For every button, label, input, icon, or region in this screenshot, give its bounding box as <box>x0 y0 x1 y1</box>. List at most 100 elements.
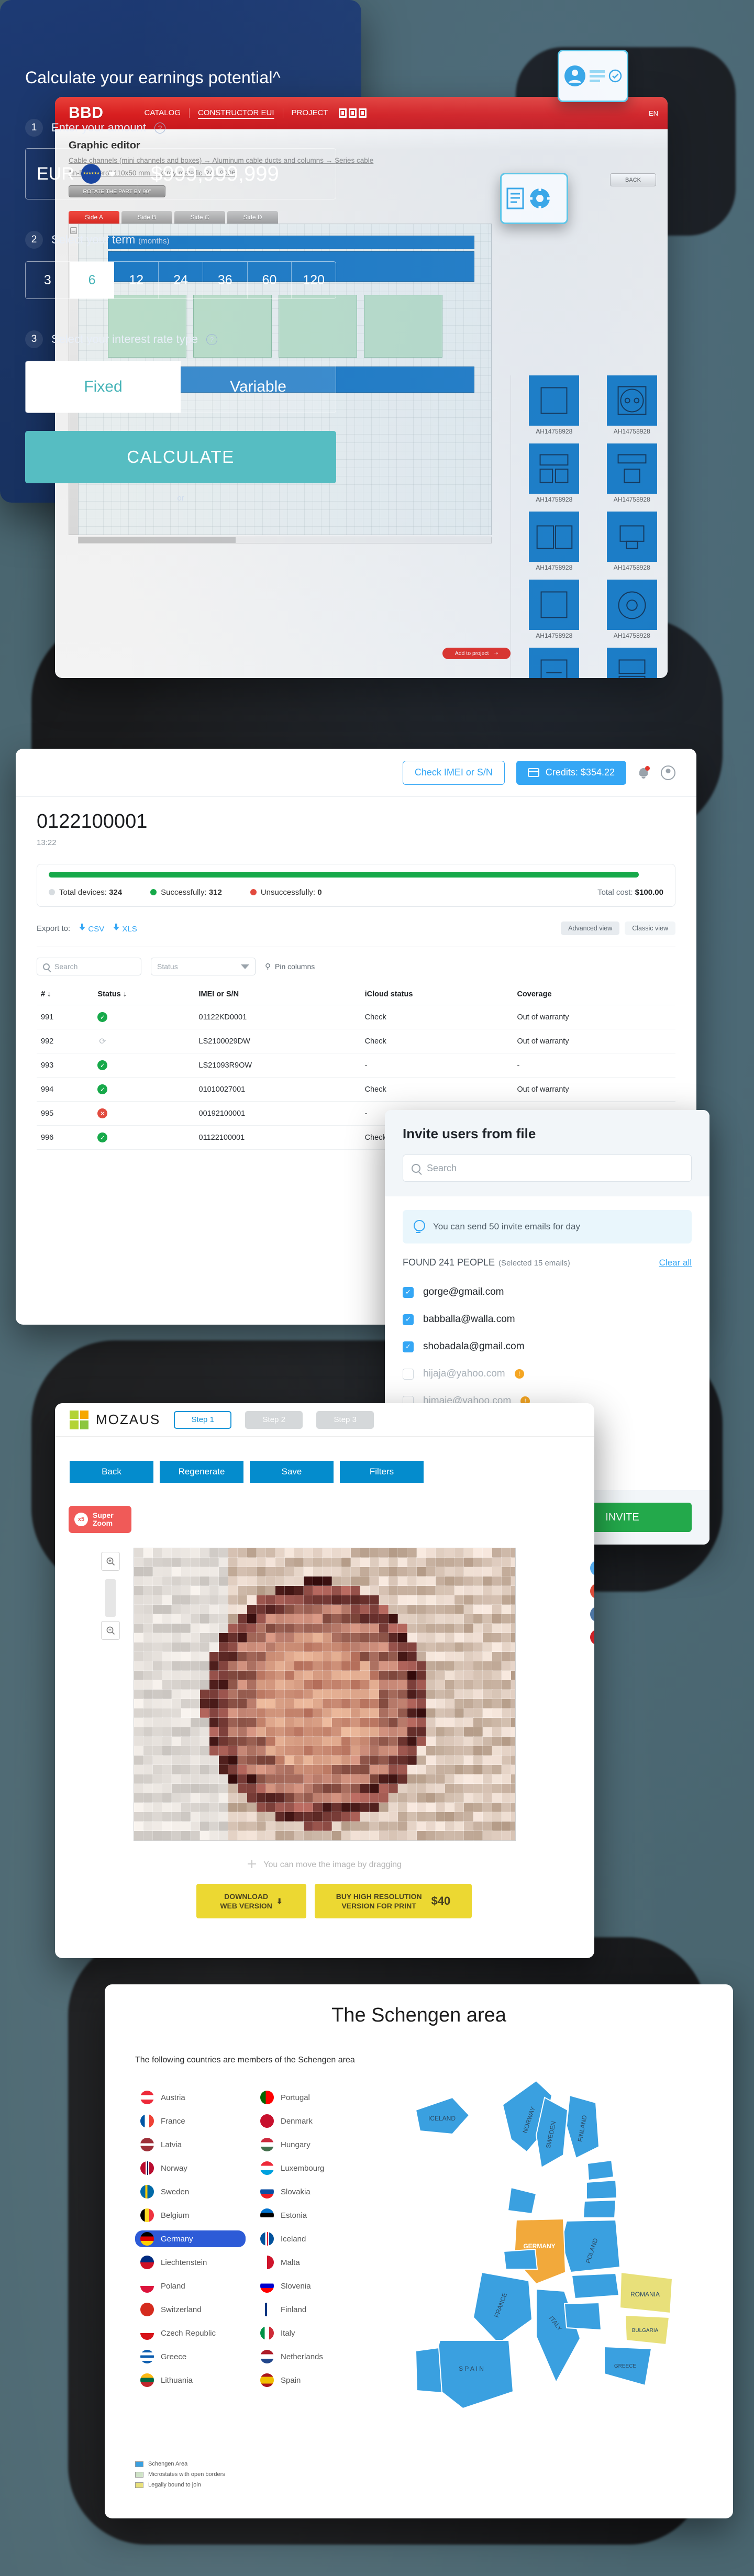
term-option-24[interactable]: 24 <box>159 262 203 298</box>
country-item[interactable]: Czech Republic <box>135 2325 246 2341</box>
filters-button[interactable]: Filters <box>340 1461 424 1483</box>
term-option-60[interactable]: 60 <box>248 262 292 298</box>
buy-print-button[interactable]: BUY HIGH RESOLUTION VERSION FOR PRINT $40 <box>315 1884 472 1918</box>
email-row[interactable]: ✓ gorge@gmail.com <box>403 1279 692 1306</box>
back-button[interactable]: Back <box>70 1461 153 1483</box>
country-item[interactable]: Spain <box>255 2372 365 2389</box>
help-icon[interactable]: ? <box>206 334 218 345</box>
column-header-imei-or-s-n[interactable]: IMEI or S/N <box>194 984 361 1005</box>
country-item[interactable]: Greece <box>135 2348 246 2365</box>
row-imei[interactable]: 01010027001 <box>194 1077 361 1102</box>
status-filter-select[interactable]: Status <box>151 958 256 975</box>
pin-columns-button[interactable]: ⚲ Pin columns <box>265 962 315 971</box>
term-option-3[interactable]: 3 <box>26 262 70 298</box>
country-item[interactable]: Iceland <box>255 2230 365 2247</box>
country-item[interactable]: Denmark <box>255 2113 365 2129</box>
country-item[interactable]: Liechtenstein <box>135 2254 246 2271</box>
term-option-36[interactable]: 36 <box>203 262 248 298</box>
country-item[interactable]: France <box>135 2113 246 2129</box>
help-icon[interactable]: ? <box>154 122 165 134</box>
step-1-tab[interactable]: Step 1 <box>174 1411 232 1429</box>
term-option-12[interactable]: 12 <box>114 262 159 298</box>
lightbulb-icon <box>413 1220 425 1234</box>
country-item[interactable]: Germany <box>135 2230 246 2247</box>
country-item[interactable]: Poland <box>135 2278 246 2294</box>
mosaic-tile <box>341 1821 351 1831</box>
row-imei[interactable]: 01122KD0001 <box>194 1005 361 1029</box>
email-checkbox[interactable] <box>403 1368 414 1380</box>
rate-fixed-option[interactable]: Fixed <box>26 361 181 413</box>
mosaic-tile <box>190 1576 201 1586</box>
vk-share-icon[interactable]: vk <box>590 1606 594 1622</box>
country-item[interactable]: Latvia <box>135 2136 246 2153</box>
zoom-out-button[interactable] <box>101 1621 120 1640</box>
row-imei[interactable]: LS21093R9OW <box>194 1053 361 1078</box>
export-xls-link[interactable]: XLS <box>113 923 137 934</box>
invite-search-input[interactable]: Search <box>403 1154 692 1182</box>
column-header-coverage[interactable]: Coverage <box>513 984 675 1005</box>
country-item[interactable]: Austria <box>135 2089 246 2106</box>
google-share-icon[interactable]: g <box>590 1583 594 1599</box>
email-checkbox[interactable]: ✓ <box>403 1341 414 1352</box>
email-checkbox[interactable]: ✓ <box>403 1286 414 1298</box>
clear-all-link[interactable]: Clear all <box>659 1258 692 1268</box>
country-item[interactable]: Belgium <box>135 2207 246 2224</box>
country-item[interactable]: Finland <box>255 2301 365 2318</box>
zoom-in-button[interactable] <box>101 1552 120 1571</box>
country-item[interactable]: Luxembourg <box>255 2160 365 2177</box>
step-2-tab[interactable]: Step 2 <box>245 1411 303 1429</box>
country-item[interactable]: Italy <box>255 2325 365 2341</box>
search-input[interactable]: Search <box>37 958 141 975</box>
country-item[interactable]: Norway <box>135 2160 246 2177</box>
country-item[interactable]: Netherlands <box>255 2348 365 2365</box>
table-row[interactable]: 993 ✓ LS21093R9OW - - <box>37 1053 675 1078</box>
country-item[interactable]: Estonia <box>255 2207 365 2224</box>
mosaic-tile <box>294 1567 304 1577</box>
credits-button[interactable]: Credits: $354.22 <box>516 760 626 785</box>
table-row[interactable]: 992 ⟳ LS2100029DW Check Out of warranty <box>37 1029 675 1053</box>
term-option-120[interactable]: 120 <box>292 262 336 298</box>
row-imei[interactable]: 01122100001 <box>194 1125 361 1150</box>
mosaic-preview[interactable] <box>134 1548 516 1841</box>
calculate-button[interactable]: CALCULATE <box>25 431 336 483</box>
country-item[interactable]: Sweden <box>135 2183 246 2200</box>
download-web-button[interactable]: DOWNLOAD WEB VERSION ⬇ <box>196 1884 306 1918</box>
column-header-status[interactable]: Status ↓ <box>93 984 195 1005</box>
save-button[interactable]: Save <box>250 1461 334 1483</box>
advanced-view-toggle[interactable]: Advanced view <box>561 921 620 935</box>
export-csv-link[interactable]: CSV <box>79 923 104 934</box>
email-row[interactable]: ✓ babballa@walla.com <box>403 1306 692 1333</box>
country-item[interactable]: Slovenia <box>255 2278 365 2294</box>
email-row[interactable]: ✓ shobadala@gmail.com <box>403 1333 692 1360</box>
regenerate-button[interactable]: Regenerate <box>160 1461 243 1483</box>
country-item[interactable]: Hungary <box>255 2136 365 2153</box>
zoom-slider[interactable] <box>105 1579 116 1617</box>
country-item[interactable]: Malta <box>255 2254 365 2271</box>
user-avatar-icon[interactable] <box>661 765 675 780</box>
classic-view-toggle[interactable]: Classic view <box>625 921 675 935</box>
mosaic-tile <box>379 1661 389 1671</box>
table-row[interactable]: 994 ✓ 01010027001 Check Out of warranty <box>37 1077 675 1102</box>
country-item[interactable]: Lithuania <box>135 2372 246 2389</box>
mosaic-tile <box>350 1585 361 1596</box>
batch-timestamp: 13:22 <box>37 838 57 847</box>
twitter-share-icon[interactable]: t <box>590 1560 594 1576</box>
country-item[interactable]: Switzerland <box>135 2301 246 2318</box>
pinterest-share-icon[interactable]: p <box>590 1629 594 1645</box>
email-row[interactable]: hijaja@yahoo.com! <box>403 1360 692 1387</box>
rate-variable-option[interactable]: Variable <box>181 361 336 413</box>
check-imei-button[interactable]: Check IMEI or S/N <box>402 760 505 785</box>
notifications-bell-icon[interactable] <box>638 765 650 779</box>
country-item[interactable]: Portugal <box>255 2089 365 2106</box>
country-item[interactable]: Slovakia <box>255 2183 365 2200</box>
step-3-tab[interactable]: Step 3 <box>316 1411 374 1429</box>
amount-input[interactable]: $999,999,999 <box>138 149 336 199</box>
term-option-6[interactable]: 6 <box>70 262 115 298</box>
table-row[interactable]: 991 ✓ 01122KD0001 Check Out of warranty <box>37 1005 675 1029</box>
mosaic-tile <box>426 1642 436 1652</box>
column-header-icloud-status[interactable]: iCloud status <box>360 984 513 1005</box>
email-checkbox[interactable]: ✓ <box>403 1314 414 1325</box>
currency-selector[interactable]: EUR <box>26 149 138 199</box>
super-zoom-badge[interactable]: x5 Super Zoom <box>69 1506 131 1533</box>
column-header--[interactable]: # ↓ <box>37 984 94 1005</box>
